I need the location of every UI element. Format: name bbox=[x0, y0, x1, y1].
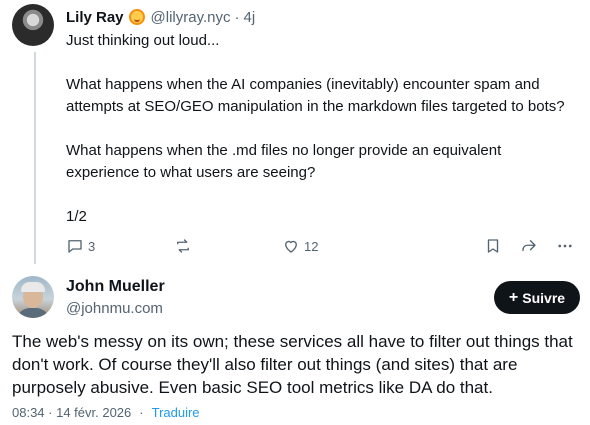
reply-count: 3 bbox=[88, 238, 96, 254]
post-timestamp[interactable]: 08:34 · 14 févr. 2026 bbox=[12, 405, 131, 420]
action-bar: 3 12 bbox=[66, 234, 586, 258]
post-paragraph: What happens when the AI companies (inev… bbox=[66, 76, 565, 115]
header-separator: · bbox=[234, 8, 240, 26]
thread-connector-line bbox=[34, 52, 36, 264]
meta-separator: · bbox=[139, 405, 144, 420]
reply-icon bbox=[68, 240, 82, 253]
post-paragraph: Just thinking out loud... bbox=[66, 32, 220, 49]
more-options-button[interactable] bbox=[556, 234, 574, 258]
share-button[interactable] bbox=[520, 234, 538, 258]
like-button[interactable]: 12 bbox=[282, 234, 318, 258]
post-paragraph: What happens when the .md files no longe… bbox=[66, 142, 502, 181]
post-time[interactable]: 4j bbox=[244, 9, 256, 26]
post-text: Just thinking out loud... What happens w… bbox=[66, 30, 576, 228]
bookmark-icon bbox=[487, 239, 499, 253]
avatar[interactable] bbox=[12, 4, 54, 46]
author-handle[interactable]: @johnmu.com bbox=[66, 300, 163, 317]
repost-button[interactable] bbox=[174, 234, 192, 258]
like-count: 12 bbox=[304, 238, 319, 254]
heart-icon bbox=[285, 240, 297, 253]
author-name[interactable]: Lily Ray bbox=[66, 9, 124, 26]
author-name[interactable]: John Mueller bbox=[66, 278, 165, 296]
avatar[interactable] bbox=[12, 276, 54, 318]
translate-link[interactable]: Traduire bbox=[152, 405, 200, 420]
post-meta: 08:34 · 14 févr. 2026 · Traduire bbox=[12, 405, 200, 420]
emoji-badge-icon bbox=[128, 9, 145, 25]
reply-button[interactable]: 3 bbox=[66, 234, 95, 258]
more-icon bbox=[558, 244, 572, 248]
follow-label: Suivre bbox=[522, 289, 566, 306]
bookmark-button[interactable] bbox=[484, 234, 502, 258]
post-header: Lily Ray @lilyray.nyc · 4j bbox=[66, 7, 255, 27]
share-icon bbox=[522, 240, 536, 252]
repost-icon bbox=[177, 239, 189, 253]
follow-button[interactable]: + Suivre bbox=[494, 281, 580, 314]
post-text: The web's messy on its own; these servic… bbox=[12, 332, 573, 397]
post-paragraph: 1/2 bbox=[66, 208, 87, 225]
author-handle[interactable]: @lilyray.nyc bbox=[151, 9, 231, 26]
plus-icon: + bbox=[508, 288, 519, 306]
